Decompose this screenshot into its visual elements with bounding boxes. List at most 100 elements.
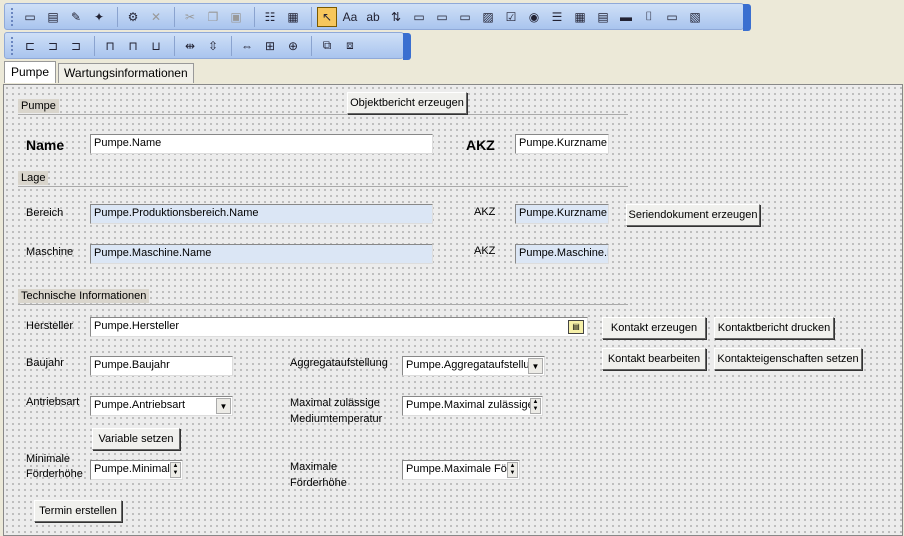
kontakteigenschaften-button[interactable]: Kontakteigenschaften setzen — [714, 348, 862, 370]
maschine-kurzname-field[interactable]: Pumpe.Maschine.K — [515, 244, 609, 264]
chevron-down-icon[interactable]: ▼ — [216, 398, 231, 414]
checkbox-tool-icon[interactable]: ☑ — [501, 7, 521, 27]
align-center-v-icon[interactable]: ⊐ — [43, 36, 63, 56]
toolbar-separator — [311, 35, 312, 56]
same-width-icon[interactable]: ⇔ — [237, 36, 257, 56]
picture-tool-icon[interactable]: ▧ — [685, 7, 705, 27]
maxfoerder-label-line2: Förderhöhe — [290, 477, 347, 489]
copy-icon[interactable]: ❐ — [203, 7, 223, 27]
image-button-icon[interactable]: ▨ — [478, 7, 498, 27]
section-divider — [18, 186, 628, 187]
form-icon[interactable]: ▭ — [20, 7, 40, 27]
calculator-icon[interactable]: ▦ — [283, 7, 303, 27]
toolbar-end-cap — [743, 4, 751, 31]
edit-icon[interactable]: ✎ — [66, 7, 86, 27]
kontakt-erzeugen-button[interactable]: Kontakt erzeugen — [602, 317, 706, 339]
toolbar-separator — [174, 6, 175, 27]
minfoerder-label: Minimale Förderhöhe — [26, 453, 83, 481]
kontakt-bearbeiten-button[interactable]: Kontakt bearbeiten — [602, 348, 706, 370]
maxfoerder-label-line1: Maximale — [290, 461, 338, 473]
maxtemp-spinner[interactable]: Pumpe.Maximal zulässige ▲ ▼ — [402, 396, 543, 416]
toolbar-grip[interactable] — [11, 7, 14, 26]
kontaktbericht-drucken-button[interactable]: Kontaktbericht drucken — [714, 317, 834, 339]
minfoerder-label-line1: Minimale — [26, 453, 71, 465]
combo-tool-icon[interactable]: ▭ — [409, 7, 429, 27]
wizard-icon[interactable]: ✦ — [89, 7, 109, 27]
baujahr-field[interactable]: Pumpe.Baujahr — [90, 356, 233, 376]
maxfoerder-spinner[interactable]: Pumpe.Maximale För ▲ ▼ — [402, 460, 520, 480]
seriendokument-button[interactable]: Seriendokument erzeugen — [626, 204, 760, 226]
align-bottom-icon[interactable]: ⊔ — [146, 36, 166, 56]
name-field[interactable]: Pumpe.Name — [90, 134, 433, 154]
contact-card-icon[interactable]: ▤ — [568, 320, 584, 334]
align-middle-icon[interactable]: ⊓ — [123, 36, 143, 56]
minfoerder-spinner[interactable]: Pumpe.Minimale ▲ ▼ — [90, 460, 183, 480]
bring-front-icon[interactable]: ⧉ — [317, 36, 337, 56]
align-top-icon[interactable]: ⊓ — [100, 36, 120, 56]
delete-icon[interactable]: ✕ — [146, 7, 166, 27]
bereich-label: Bereich — [26, 207, 64, 219]
paste-icon[interactable]: ▣ — [226, 7, 246, 27]
toolbar-grip[interactable] — [11, 36, 14, 55]
radio-tool-icon[interactable]: ◉ — [524, 7, 544, 27]
grid-tool-icon[interactable]: ▦ — [570, 7, 590, 27]
same-size-icon[interactable]: ⊞ — [260, 36, 280, 56]
space-horizontal-icon[interactable]: ⇹ — [180, 36, 200, 56]
align-right-icon[interactable]: ⊐ — [66, 36, 86, 56]
hersteller-value: Pumpe.Hersteller — [94, 320, 179, 332]
cut-icon[interactable]: ✂ — [180, 7, 200, 27]
frame-tool-icon[interactable]: ▭ — [662, 7, 682, 27]
tab-order-icon[interactable]: ⇅ — [386, 7, 406, 27]
maschine-field[interactable]: Pumpe.Maschine.Name — [90, 244, 433, 264]
report-icon[interactable]: ▤ — [43, 7, 63, 27]
spin-arrows-icon[interactable]: ▲ ▼ — [170, 462, 181, 478]
pointer-icon[interactable]: ↖ — [317, 6, 337, 27]
toolbar-separator — [94, 35, 95, 56]
properties-icon[interactable]: ☷ — [260, 7, 280, 27]
maxtemp-label-line2: Mediumtemperatur — [290, 413, 383, 425]
antriebsart-label: Antriebsart — [26, 396, 80, 408]
center-icon[interactable]: ⊕ — [283, 36, 303, 56]
textbox-tool-icon[interactable]: ab — [363, 7, 383, 27]
designer-toolbar-main: ▭ ▤ ✎ ✦ ⚙ ✕ ✂ ❐ ▣ ☷ ▦ ↖ Aa ab ⇅ ▭ ▭ ▭ ▨ ☑ ◉ ☰ ▦ ▤ ▬ ⌷ ▭ ▧ — [4, 3, 751, 31]
chevron-down-icon[interactable]: ▼ — [528, 358, 543, 374]
aggregat-label: Aggregataufstellung — [290, 357, 388, 369]
memo-tool-icon[interactable]: ▤ — [593, 7, 613, 27]
tool-icon[interactable]: ⚙ — [123, 7, 143, 27]
send-back-icon[interactable]: ⧈ — [340, 36, 360, 56]
akz-bereich-label: AKZ — [474, 206, 496, 218]
name-label: Name — [26, 137, 65, 153]
list-tool-icon[interactable]: ☰ — [547, 7, 567, 27]
kurzname-lage-field[interactable]: Pumpe.Kurzname — [515, 204, 609, 224]
button-tool-icon[interactable]: ▬ — [616, 7, 636, 27]
label-tool-icon[interactable]: Aa — [340, 7, 360, 27]
align-left-icon[interactable]: ⊏ — [20, 36, 40, 56]
tab-strip: Pumpe Wartungsinformationen — [4, 61, 196, 83]
designer-toolbar-align: ⊏ ⊐ ⊐ ⊓ ⊓ ⊔ ⇹ ⇳ ⇔ ⊞ ⊕ ⧉ ⧈ — [4, 32, 411, 60]
spin-arrows-icon[interactable]: ▲ ▼ — [530, 398, 541, 414]
objektbericht-button[interactable]: Objektbericht erzeugen — [347, 92, 467, 114]
kurzname-field[interactable]: Pumpe.Kurzname — [515, 134, 609, 154]
bereich-field[interactable]: Pumpe.Produktionsbereich.Name — [90, 204, 433, 224]
toolbar-separator — [231, 35, 232, 56]
antriebsart-combo[interactable]: Pumpe.Antriebsart ▼ — [90, 396, 233, 416]
spin-tool-icon[interactable]: ▭ — [455, 7, 475, 27]
variable-setzen-button[interactable]: Variable setzen — [92, 428, 180, 450]
maschine-label: Maschine — [26, 246, 74, 258]
space-vertical-icon[interactable]: ⇳ — [203, 36, 223, 56]
maxtemp-value: Pumpe.Maximal zulässige — [406, 399, 534, 411]
spin-arrows-icon[interactable]: ▲ ▼ — [507, 462, 518, 478]
tab-wartungsinformationen[interactable]: Wartungsinformationen — [58, 63, 194, 83]
toolbar-separator — [311, 6, 312, 27]
tab-pumpe[interactable]: Pumpe — [4, 61, 57, 83]
date-tool-icon[interactable]: ▭ — [432, 7, 452, 27]
hersteller-field[interactable]: Pumpe.Hersteller ▤ — [90, 317, 588, 337]
maxtemp-label: Maximal zulässige Mediumtemperatur — [290, 397, 382, 426]
termin-erstellen-button[interactable]: Termin erstellen — [34, 500, 122, 522]
form-design-canvas[interactable]: Pumpe Objektbericht erzeugen Name Pumpe.… — [3, 84, 903, 536]
section-divider — [18, 114, 628, 115]
maxfoerder-label: Maximale Förderhöhe — [290, 461, 347, 490]
toolbar-separator — [254, 6, 255, 27]
aggregat-combo[interactable]: Pumpe.Aggregataufstellu ▼ — [402, 356, 545, 376]
group-tool-icon[interactable]: ⌷ — [639, 7, 659, 27]
